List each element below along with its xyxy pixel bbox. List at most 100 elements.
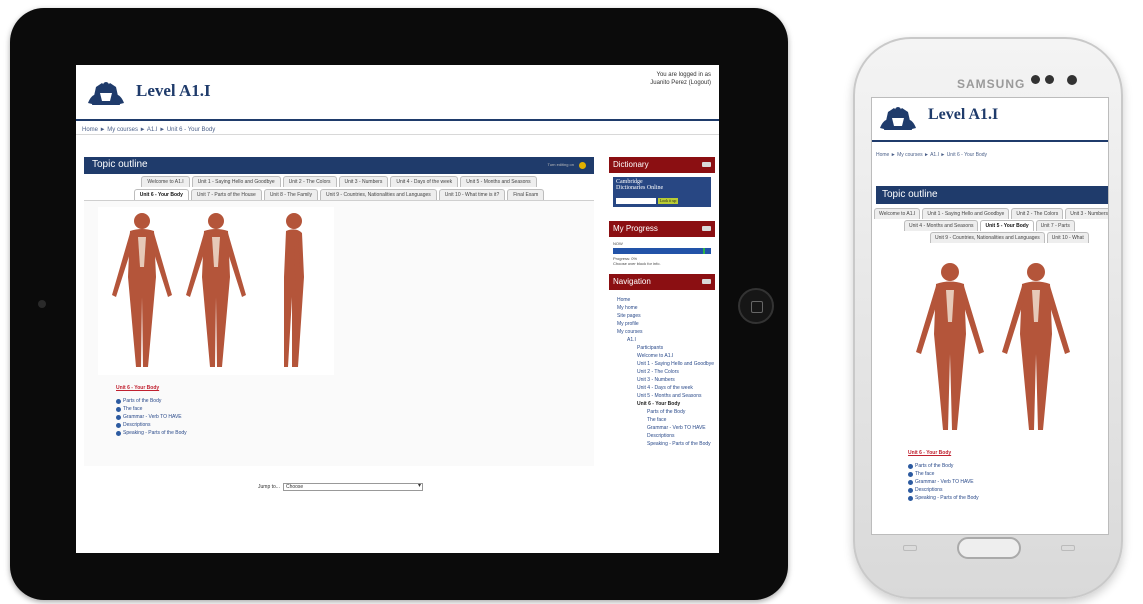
navigation-block-title: Navigation xyxy=(613,277,651,286)
login-line-2[interactable]: Juanito Perez (Logout) xyxy=(650,79,711,87)
nav-item[interactable]: A1.I xyxy=(613,336,711,344)
tab[interactable]: Unit 3 - Numbers xyxy=(338,176,389,187)
activity-icon xyxy=(116,406,121,412)
nav-item[interactable]: Unit 5 - Months and Seasons xyxy=(613,392,711,400)
tab[interactable]: Unit 1 - Saying Hello and Goodbye xyxy=(922,208,1010,219)
topic-outline-title: Topic outline xyxy=(92,159,148,170)
phone-site-title[interactable]: Level A1.I xyxy=(928,106,998,124)
tab[interactable]: Unit 6 - Your Body xyxy=(133,189,189,200)
nav-item[interactable]: Participants xyxy=(613,344,711,352)
phone-menu-key[interactable] xyxy=(903,545,917,551)
activity-item[interactable]: Speaking - Parts of the Body xyxy=(116,429,187,437)
tablet-home-button[interactable] xyxy=(738,288,774,324)
phone-home-button[interactable] xyxy=(957,537,1021,559)
nav-item[interactable]: Welcome to A1.I xyxy=(613,352,711,360)
login-line-1: You are logged in as xyxy=(656,72,712,78)
tablet-screen: Level A1.I You are logged in as Juanito … xyxy=(76,65,719,553)
phone-back-key[interactable] xyxy=(1061,545,1075,551)
login-info: You are logged in as Juanito Perez (Logo… xyxy=(650,71,711,87)
tab-row-1: Welcome to A1.I Unit 1 - Saying Hello and… xyxy=(84,174,594,187)
progress-block-header: My Progress xyxy=(609,221,715,237)
turn-editing-link[interactable]: Turn editing on xyxy=(547,162,574,167)
tab[interactable]: Welcome to A1.I xyxy=(874,208,921,219)
nav-item[interactable]: Unit 6 - Your Body xyxy=(613,400,711,408)
tab[interactable]: Unit 10 - What xyxy=(1046,232,1089,243)
nav-item[interactable]: Parts of the Body xyxy=(613,408,711,416)
tab[interactable]: Unit 5 - Your Body xyxy=(980,220,1034,231)
phone-section-title-link[interactable]: Unit 6 - Your Body xyxy=(908,450,951,456)
phone-camera xyxy=(1067,75,1077,85)
help-icon[interactable] xyxy=(579,162,586,169)
nav-item[interactable]: Unit 1 - Saying Hello and Goodbye xyxy=(613,360,714,368)
jump-to-label: Jump to... xyxy=(258,484,280,490)
nav-item[interactable]: Unit 3 - Numbers xyxy=(613,376,711,384)
activity-item[interactable]: Descriptions xyxy=(908,486,979,494)
tab[interactable]: Unit 5 - Months and Seasons xyxy=(460,176,537,187)
nav-item[interactable]: My home xyxy=(613,304,711,312)
activity-label: Grammar - Verb TO HAVE xyxy=(915,479,974,485)
phone-breadcrumb[interactable]: Home ► My courses ► A1.I ► Unit 6 - Your… xyxy=(872,142,1108,170)
site-header: Level A1.I You are logged in as Juanito … xyxy=(76,65,719,121)
activity-item[interactable]: Grammar - Verb TO HAVE xyxy=(116,413,187,421)
activity-label: Speaking - Parts of the Body xyxy=(915,495,979,501)
nav-item[interactable]: The face xyxy=(613,416,711,424)
tab[interactable]: Unit 7 - Parts of the House xyxy=(190,189,262,200)
phone-screen: Level A1.I Home ► My courses ► A1.I ► Un… xyxy=(871,97,1109,535)
tab[interactable]: Unit 2 - The Colors xyxy=(1011,208,1064,219)
dictionary-search-input[interactable] xyxy=(616,198,656,204)
activity-item[interactable]: Parts of the Body xyxy=(116,397,187,405)
phone-sensor xyxy=(1045,75,1054,84)
tab[interactable]: Unit 9 - Countries, Nationalities and La… xyxy=(319,189,437,200)
phone-activity-list: Parts of the Body The face Grammar - Verb … xyxy=(908,462,979,502)
nav-item[interactable]: My profile xyxy=(613,320,711,328)
block-control-icon[interactable] xyxy=(702,162,711,167)
tab[interactable]: Unit 7 - Parts xyxy=(1035,220,1075,231)
nav-item[interactable]: Descriptions xyxy=(613,432,711,440)
tab[interactable]: Unit 8 - The Family xyxy=(263,189,318,200)
phone-tab-row-1: Welcome to A1.I Unit 1 - Saying Hello and… xyxy=(874,208,1108,220)
phone-anatomy-image xyxy=(906,258,1108,438)
activity-item[interactable]: The face xyxy=(908,470,979,478)
activity-label: Speaking - Parts of the Body xyxy=(123,430,187,436)
activity-item[interactable]: Descriptions xyxy=(116,421,187,429)
nav-item[interactable]: Site pages xyxy=(613,312,711,320)
section-title-link[interactable]: Unit 6 - Your Body xyxy=(116,385,159,391)
progress-hint: Choose over block for info. xyxy=(613,261,661,266)
tab[interactable]: Final Exam xyxy=(507,189,545,200)
nav-item[interactable]: My courses xyxy=(613,328,711,336)
tablet-device: Level A1.I You are logged in as Juanito … xyxy=(10,8,788,600)
tab[interactable]: Unit 3 - Numbers xyxy=(1065,208,1108,219)
dictionary-block-title: Dictionary xyxy=(613,160,649,169)
coat-of-arms-logo xyxy=(86,77,126,109)
block-control-icon[interactable] xyxy=(702,226,711,231)
tab[interactable]: Welcome to A1.I xyxy=(141,176,190,187)
activity-item[interactable]: Grammar - Verb TO HAVE xyxy=(908,478,979,486)
block-control-icon[interactable] xyxy=(702,279,711,284)
progress-bar[interactable] xyxy=(613,248,711,254)
activity-icon xyxy=(116,422,121,428)
coat-of-arms-logo xyxy=(878,102,918,134)
breadcrumb[interactable]: Home ► My courses ► A1.I ► Unit 6 - Your… xyxy=(76,121,719,135)
tab[interactable]: Unit 9 - Countries, Nationalities and La… xyxy=(930,232,1045,243)
site-title[interactable]: Level A1.I xyxy=(136,81,211,101)
phone-topic-outline-header: Topic outline xyxy=(876,186,1108,204)
cambridge-dictionary-widget: Cambridge Dictionaries Online Look it up xyxy=(613,177,711,207)
nav-item[interactable]: Unit 2 - The Colors xyxy=(613,368,711,376)
tab[interactable]: Unit 10 - What time is it? xyxy=(438,189,506,200)
tab[interactable]: Unit 2 - The Colors xyxy=(282,176,337,187)
activity-icon xyxy=(908,463,913,469)
tab[interactable]: Unit 4 - Days of the week xyxy=(390,176,459,187)
activity-item[interactable]: Speaking - Parts of the Body xyxy=(908,494,979,502)
activity-item[interactable]: Parts of the Body xyxy=(908,462,979,470)
nav-item[interactable]: Home xyxy=(613,296,711,304)
activity-item[interactable]: The face xyxy=(116,405,187,413)
jump-to-select[interactable]: Choose xyxy=(282,483,423,491)
dictionary-search-button[interactable]: Look it up xyxy=(658,198,678,204)
nav-item[interactable]: Grammar - Verb TO HAVE xyxy=(613,424,711,432)
phone-tabs: Welcome to A1.I Unit 1 - Saying Hello and… xyxy=(874,208,1108,244)
tab[interactable]: Unit 1 - Saying Hello and Goodbye xyxy=(191,176,281,187)
cambridge-logo-line-2: Dictionaries Online xyxy=(616,185,664,191)
nav-item[interactable]: Speaking - Parts of the Body xyxy=(613,440,711,448)
tab[interactable]: Unit 4 - Months and Seasons xyxy=(904,220,979,231)
nav-item[interactable]: Unit 4 - Days of the week xyxy=(613,384,711,392)
